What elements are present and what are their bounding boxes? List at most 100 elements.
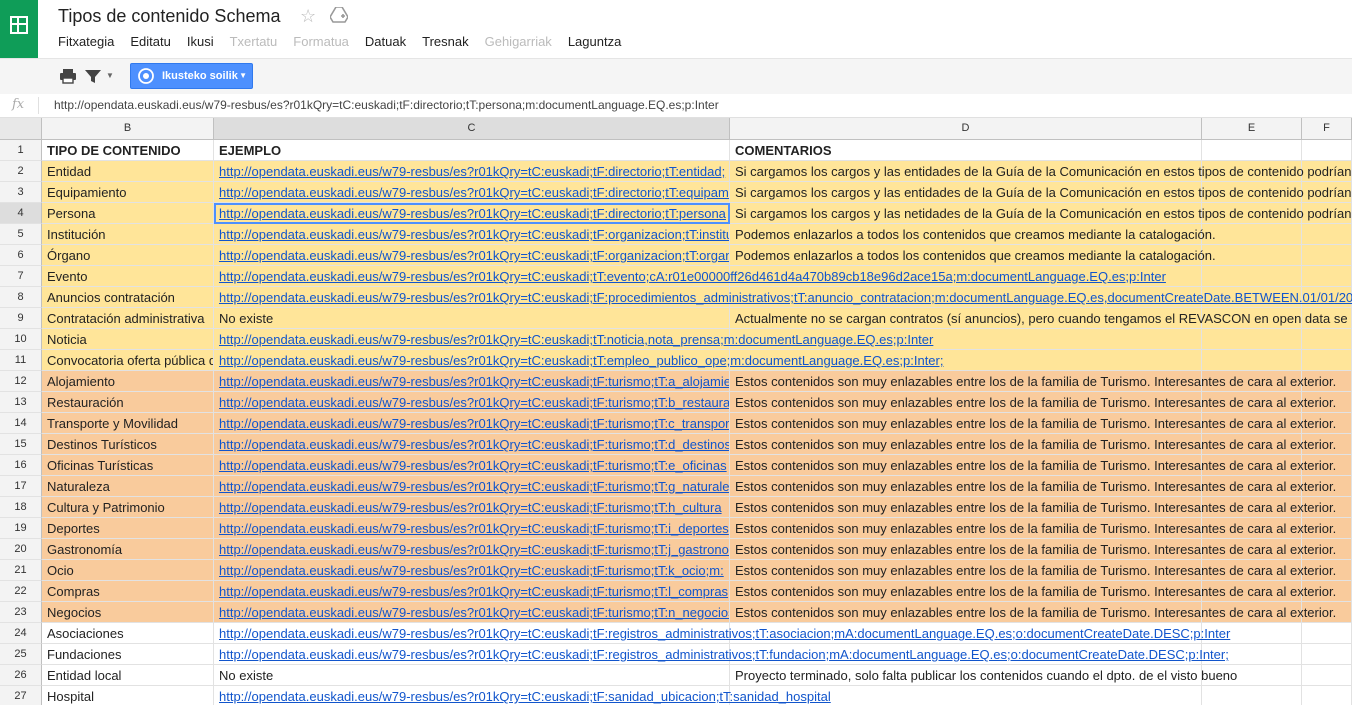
row-number[interactable]: 8: [0, 287, 42, 308]
menu-item-editatu[interactable]: Editatu: [130, 34, 170, 49]
cell-tipo-de-contenido[interactable]: Institución: [42, 224, 214, 245]
cell-ejemplo-link[interactable]: http://opendata.euskadi.eus/w79-resbus/e…: [214, 455, 730, 476]
row-number[interactable]: 25: [0, 644, 42, 665]
cell-tipo-de-contenido[interactable]: Convocatoria oferta pública de empleo: [42, 350, 214, 371]
row-number[interactable]: 18: [0, 497, 42, 518]
cell-empty[interactable]: [1202, 224, 1302, 245]
document-title[interactable]: Tipos de contenido Schema: [58, 6, 280, 27]
row-number[interactable]: 16: [0, 455, 42, 476]
select-all-corner[interactable]: [0, 118, 42, 139]
cell-ejemplo-link[interactable]: http://opendata.euskadi.eus/w79-resbus/e…: [214, 581, 730, 602]
cell-empty[interactable]: [1202, 245, 1302, 266]
cell-empty[interactable]: [1302, 644, 1352, 665]
cell-empty[interactable]: [1202, 266, 1302, 287]
cell-comentarios[interactable]: Estos contenidos son muy enlazables entr…: [730, 476, 1336, 497]
menu-item-fitxategia[interactable]: Fitxategia: [58, 34, 114, 49]
cell-comentarios[interactable]: Estos contenidos son muy enlazables entr…: [730, 392, 1336, 413]
cell-empty[interactable]: [1202, 140, 1302, 161]
cell-tipo-de-contenido[interactable]: Naturaleza: [42, 476, 214, 497]
cell-tipo-de-contenido[interactable]: Oficinas Turísticas: [42, 455, 214, 476]
cell-tipo-de-contenido[interactable]: Asociaciones: [42, 623, 214, 644]
cell-comentarios[interactable]: Estos contenidos son muy enlazables entr…: [730, 455, 1336, 476]
cell-ejemplo-link[interactable]: http://opendata.euskadi.eus/w79-resbus/e…: [214, 224, 730, 245]
cell-ejemplo-link[interactable]: http://opendata.euskadi.eus/w79-resbus/e…: [214, 371, 730, 392]
cell-comentarios[interactable]: Estos contenidos son muy enlazables entr…: [730, 413, 1336, 434]
cell-ejemplo[interactable]: EJEMPLO: [214, 140, 730, 161]
column-header-d[interactable]: D: [730, 118, 1202, 139]
cell-comentarios[interactable]: Estos contenidos son muy enlazables entr…: [730, 518, 1336, 539]
row-number[interactable]: 19: [0, 518, 42, 539]
cell-ejemplo-link[interactable]: http://opendata.euskadi.eus/w79-resbus/e…: [214, 434, 730, 455]
cell-empty[interactable]: [1202, 329, 1302, 350]
cell-ejemplo-link[interactable]: http://opendata.euskadi.eus/w79-resbus/e…: [214, 392, 730, 413]
row-number[interactable]: 4: [0, 203, 42, 224]
cell-ejemplo-link[interactable]: http://opendata.euskadi.eus/w79-resbus/e…: [214, 287, 1352, 308]
row-number[interactable]: 3: [0, 182, 42, 203]
cell-ejemplo-link[interactable]: http://opendata.euskadi.eus/w79-resbus/e…: [214, 686, 831, 705]
cell-tipo-de-contenido[interactable]: Cultura y Patrimonio: [42, 497, 214, 518]
row-number[interactable]: 10: [0, 329, 42, 350]
cell-empty[interactable]: [1302, 245, 1352, 266]
row-number[interactable]: 6: [0, 245, 42, 266]
move-to-drive-icon[interactable]: [330, 7, 348, 23]
menu-item-ikusi[interactable]: Ikusi: [187, 34, 214, 49]
column-header-b[interactable]: B: [42, 118, 214, 139]
cell-tipo-de-contenido[interactable]: Transporte y Movilidad: [42, 413, 214, 434]
cell-ejemplo-link[interactable]: http://opendata.euskadi.eus/w79-resbus/e…: [214, 497, 730, 518]
cell-comentarios[interactable]: COMENTARIOS: [730, 140, 1202, 161]
cell-comentarios[interactable]: Estos contenidos son muy enlazables entr…: [730, 434, 1336, 455]
cell-empty[interactable]: [1302, 686, 1352, 705]
cell-comentarios[interactable]: Podemos enlazarlos a todos los contenido…: [730, 245, 1216, 266]
cell-ejemplo[interactable]: No existe: [214, 665, 730, 686]
cell-empty[interactable]: [1202, 350, 1302, 371]
cell-ejemplo-link[interactable]: http://opendata.euskadi.eus/w79-resbus/e…: [214, 245, 730, 266]
cell-tipo-de-contenido[interactable]: Ocio: [42, 560, 214, 581]
row-number[interactable]: 7: [0, 266, 42, 287]
row-number[interactable]: 23: [0, 602, 42, 623]
cell-comentarios[interactable]: Si cargamos los cargos y las entidades d…: [730, 182, 1351, 203]
row-number[interactable]: 12: [0, 371, 42, 392]
sheets-logo-icon[interactable]: [0, 0, 38, 58]
cell-comentarios[interactable]: Estos contenidos son muy enlazables entr…: [730, 560, 1336, 581]
cell-ejemplo-link[interactable]: http://opendata.euskadi.eus/w79-resbus/e…: [214, 602, 730, 623]
row-number[interactable]: 9: [0, 308, 42, 329]
row-number[interactable]: 2: [0, 161, 42, 182]
menu-item-datuak[interactable]: Datuak: [365, 34, 406, 49]
row-number[interactable]: 14: [0, 413, 42, 434]
cell-comentarios[interactable]: Si cargamos los cargos y las netidades d…: [730, 203, 1351, 224]
row-number[interactable]: 22: [0, 581, 42, 602]
cell-tipo-de-contenido[interactable]: Persona: [42, 203, 214, 224]
cell-tipo-de-contenido[interactable]: Evento: [42, 266, 214, 287]
row-number[interactable]: 21: [0, 560, 42, 581]
cell-tipo-de-contenido[interactable]: Hospital: [42, 686, 214, 705]
row-number[interactable]: 11: [0, 350, 42, 371]
cell-tipo-de-contenido[interactable]: Gastronomía: [42, 539, 214, 560]
view-only-button[interactable]: Ikusteko soilik ▼: [130, 63, 253, 89]
cell-tipo-de-contenido[interactable]: Noticia: [42, 329, 214, 350]
cell-ejemplo-link[interactable]: http://opendata.euskadi.eus/w79-resbus/e…: [214, 476, 730, 497]
cell-empty[interactable]: [1302, 329, 1352, 350]
cell-comentarios[interactable]: Actualmente no se cargan contratos (sí a…: [730, 308, 1348, 329]
row-number[interactable]: 24: [0, 623, 42, 644]
cell-tipo-de-contenido[interactable]: Negocios: [42, 602, 214, 623]
cell-ejemplo-link[interactable]: http://opendata.euskadi.eus/w79-resbus/e…: [214, 329, 933, 350]
cell-comentarios[interactable]: Estos contenidos son muy enlazables entr…: [730, 539, 1336, 560]
print-icon[interactable]: [59, 67, 77, 85]
cell-tipo-de-contenido[interactable]: Deportes: [42, 518, 214, 539]
row-number[interactable]: 1: [0, 140, 42, 161]
cell-tipo-de-contenido[interactable]: Compras: [42, 581, 214, 602]
cell-comentarios[interactable]: Estos contenidos son muy enlazables entr…: [730, 581, 1336, 602]
formula-input[interactable]: http://opendata.euskadi.eus/w79-resbus/e…: [54, 98, 719, 112]
cell-tipo-de-contenido[interactable]: Anuncios contratación: [42, 287, 214, 308]
cell-tipo-de-contenido[interactable]: Órgano: [42, 245, 214, 266]
cell-empty[interactable]: [1302, 665, 1352, 686]
cell-empty[interactable]: [1302, 224, 1352, 245]
column-header-e[interactable]: E: [1202, 118, 1302, 139]
cell-comentarios[interactable]: Podemos enlazarlos a todos los contenido…: [730, 224, 1216, 245]
cell-ejemplo-link[interactable]: http://opendata.euskadi.eus/w79-resbus/e…: [214, 350, 943, 371]
cell-empty[interactable]: [1202, 686, 1302, 705]
cell-ejemplo-link[interactable]: http://opendata.euskadi.eus/w79-resbus/e…: [214, 413, 730, 434]
menu-item-tresnak[interactable]: Tresnak: [422, 34, 468, 49]
cell-empty[interactable]: [1302, 140, 1352, 161]
row-number[interactable]: 27: [0, 686, 42, 705]
